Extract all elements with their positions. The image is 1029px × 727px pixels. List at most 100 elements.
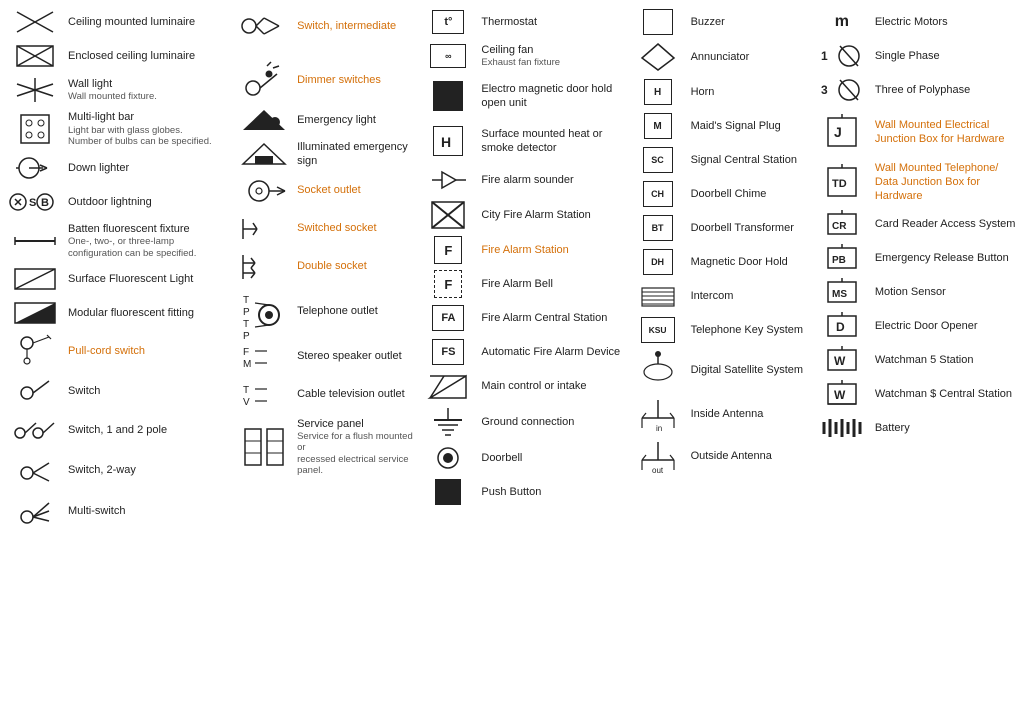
list-item: Modular fluorescent fitting <box>8 299 229 327</box>
digital-satellite-label: Digital Satellite System <box>691 363 807 377</box>
stereo-speaker-label: Stereo speaker outlet <box>297 349 413 363</box>
list-item: Emergency light <box>237 106 413 134</box>
doorbell-label: Doorbell <box>481 451 622 465</box>
svg-text:T: T <box>243 319 249 330</box>
emergency-release-label: Emergency Release Button <box>875 251 1021 265</box>
svg-text:T: T <box>243 295 249 306</box>
doorbell-transformer-label: Doorbell Transformer <box>691 221 807 235</box>
doorbell-chime-label: Doorbell Chime <box>691 187 807 201</box>
pull-cord-icon <box>8 333 62 369</box>
maids-signal-label: Maid's Signal Plug <box>691 119 807 133</box>
column-5: m Electric Motors 1 Single Phase <box>811 8 1025 529</box>
fire-alarm-sounder-label: Fire alarm sounder <box>481 173 622 187</box>
enclosed-ceiling-icon <box>8 42 62 70</box>
svg-text:H: H <box>441 134 451 150</box>
list-item: Multi-switch <box>8 493 229 529</box>
electric-door-icon: D <box>815 312 869 340</box>
switch-intermediate-label: Switch, intermediate <box>297 19 413 33</box>
svg-text:in: in <box>656 424 662 433</box>
maids-signal-icon: M <box>631 113 685 139</box>
column-4: Buzzer Annunciator H Horn <box>627 8 811 529</box>
watchmans-station-icon: W <box>815 346 869 374</box>
list-item: Multi-light bar Light bar with glass glo… <box>8 110 229 148</box>
three-polyphase-icon: 3 <box>815 76 869 104</box>
inside-antenna-label: Inside Antenna <box>691 407 807 421</box>
annunciator-label: Annunciator <box>691 50 807 64</box>
card-reader-label: Card Reader Access System <box>875 217 1021 231</box>
single-phase-label: Single Phase <box>875 49 1021 63</box>
battery-icon <box>815 414 869 442</box>
column-1: Ceiling mounted luminaire Enclosed ceili… <box>4 8 233 529</box>
switch-label: Switch <box>68 384 229 398</box>
list-item: Enclosed ceiling luminaire <box>8 42 229 70</box>
list-item: out Outside Antenna <box>631 438 807 474</box>
three-polyphase-label: Three of Polyphase <box>875 83 1021 97</box>
list-item: Switch, 1 and 2 pole <box>8 413 229 447</box>
doorbell-icon <box>421 444 475 472</box>
service-panel-label: Service panel Service for a flush mounte… <box>297 417 413 477</box>
horn-icon: H <box>631 79 685 105</box>
magnetic-door-label: Magnetic Door Hold <box>691 255 807 269</box>
ceiling-fan-icon: ∞ <box>421 44 475 68</box>
list-item: TD Wall Mounted Telephone/ Data Junction… <box>815 160 1021 204</box>
list-item: Down lighter <box>8 154 229 182</box>
list-item: MS Motion Sensor <box>815 278 1021 306</box>
list-item: Pull-cord switch <box>8 333 229 369</box>
svg-text:TD: TD <box>832 178 847 190</box>
em-door-icon <box>421 81 475 111</box>
emergency-light-icon <box>237 106 291 134</box>
watchmans-station-label: Watchman 5 Station <box>875 353 1021 367</box>
list-item: Doorbell <box>421 444 622 472</box>
svg-text:M: M <box>243 359 251 370</box>
multi-switch-icon <box>8 493 62 529</box>
list-item: W Watchman 5 Station <box>815 346 1021 374</box>
thermostat-icon: t° <box>421 10 475 34</box>
socket-outlet-icon <box>237 175 291 207</box>
wall-junction-icon: J <box>815 114 869 150</box>
signal-central-icon: SC <box>631 147 685 173</box>
batten-fluorescent-label: Batten fluorescent fixture One-, two-, o… <box>68 222 229 259</box>
list-item: F M Stereo speaker outlet <box>237 341 413 373</box>
electric-motors-label: Electric Motors <box>875 15 1021 29</box>
list-item: m Electric Motors <box>815 8 1021 36</box>
switched-socket-label: Switched socket <box>297 221 413 235</box>
list-item: Illuminated emergency sign <box>237 140 413 169</box>
intercom-icon <box>631 282 685 310</box>
surface-heat-label: Surface mounted heat or smoke detector <box>481 127 622 156</box>
list-item: Switched socket <box>237 213 413 245</box>
city-fire-alarm-icon <box>421 200 475 230</box>
batten-fluorescent-icon <box>8 233 62 249</box>
enclosed-ceiling-label: Enclosed ceiling luminaire <box>68 49 229 63</box>
list-item: Surface Fluorescent Light <box>8 265 229 293</box>
motion-sensor-label: Motion Sensor <box>875 285 1021 299</box>
surface-fluorescent-label: Surface Fluorescent Light <box>68 272 229 286</box>
switch-2way-label: Switch, 2-way <box>68 463 229 477</box>
down-lighter-label: Down lighter <box>68 161 229 175</box>
electric-door-label: Electric Door Opener <box>875 319 1021 333</box>
list-item: in Inside Antenna <box>631 396 807 432</box>
cable-tv-label: Cable television outlet <box>297 387 413 401</box>
buzzer-label: Buzzer <box>691 15 807 29</box>
modular-fluorescent-icon <box>8 299 62 327</box>
wall-junction-label: Wall Mounted Electrical Junction Box for… <box>875 118 1021 147</box>
multilight-bar-label: Multi-light bar Light bar with glass glo… <box>68 110 229 147</box>
doorbell-transformer-icon: BT <box>631 215 685 241</box>
list-item: H Surface mounted heat or smoke detector <box>421 122 622 160</box>
motion-sensor-icon: MS <box>815 278 869 306</box>
list-item: Intercom <box>631 282 807 310</box>
list-item: D Electric Door Opener <box>815 312 1021 340</box>
inside-antenna-icon: in <box>631 396 685 432</box>
list-item: Push Button <box>421 478 622 506</box>
cable-tv-icon: T V <box>237 379 291 411</box>
list-item: Buzzer <box>631 8 807 36</box>
emergency-release-icon: PB <box>815 244 869 272</box>
list-item: Ceiling mounted luminaire <box>8 8 229 36</box>
list-item: Switch, intermediate <box>237 8 413 44</box>
svg-text:T: T <box>243 385 249 396</box>
list-item: FS Automatic Fire Alarm Device <box>421 338 622 366</box>
intercom-label: Intercom <box>691 289 807 303</box>
svg-text:3: 3 <box>821 83 828 97</box>
list-item: CR Card Reader Access System <box>815 210 1021 238</box>
svg-text:1: 1 <box>821 49 828 63</box>
outside-antenna-icon: out <box>631 438 685 474</box>
